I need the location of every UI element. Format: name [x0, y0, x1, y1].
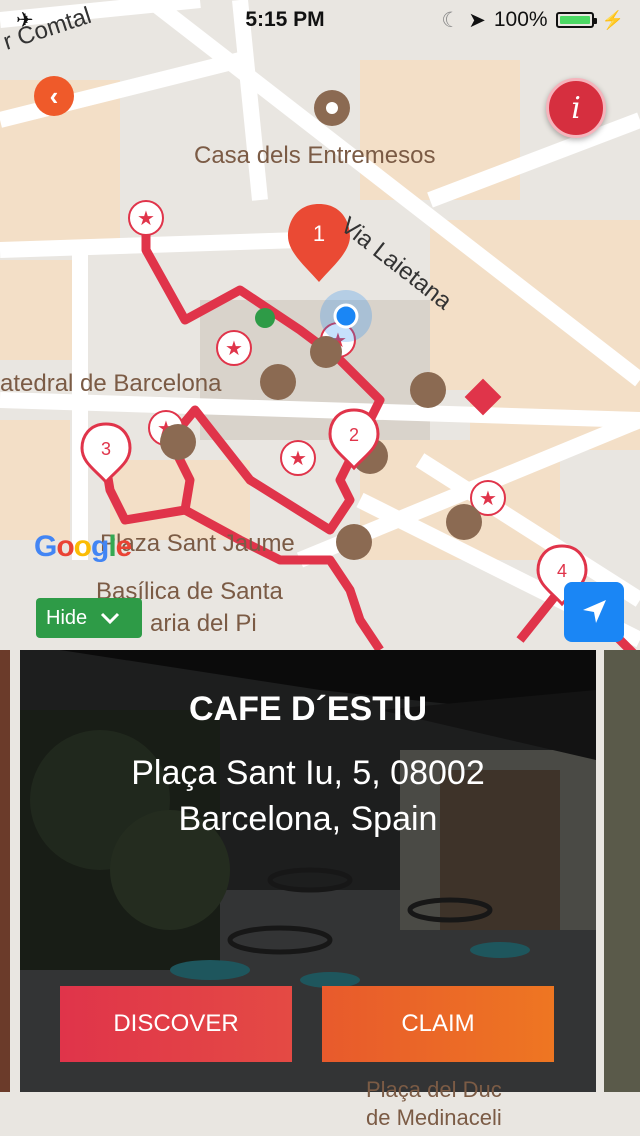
chevron-left-icon: ‹	[49, 80, 59, 111]
location-arrow-icon: ➤	[468, 8, 486, 32]
next-card-edge[interactable]	[604, 650, 640, 1092]
info-icon: i	[571, 90, 581, 126]
svg-text:3: 3	[101, 439, 111, 459]
address-line-1: Plaça Sant Iu, 5, 08002	[131, 754, 485, 792]
chevron-down-icon	[101, 612, 120, 625]
battery-percent: 100%	[493, 8, 548, 31]
hide-button[interactable]: Hide	[36, 598, 142, 638]
hide-label: Hide	[46, 606, 88, 629]
poi-label-basilica-2: aria del Pi	[150, 610, 257, 637]
address-line-2: Barcelona, Spain	[178, 800, 438, 838]
navigation-arrow-icon	[583, 600, 606, 623]
poi-label-catedral: atedral de Barcelona	[0, 370, 222, 397]
back-button[interactable]: ‹	[34, 76, 74, 116]
claim-button[interactable]: CLAIM	[322, 986, 554, 1062]
google-logo: Google	[34, 530, 132, 563]
previous-card-edge[interactable]	[0, 650, 10, 1092]
poi-label-entremesos: Casa dels Entremesos	[194, 142, 436, 169]
svg-text:4: 4	[557, 561, 567, 581]
info-button[interactable]: i	[546, 78, 606, 138]
svg-text:★: ★	[289, 446, 307, 470]
place-address: Plaça Sant Iu, 5, 08002 Barcelona, Spain	[80, 750, 536, 842]
status-bar: ✈ 5:15 PM ☾ ➤ 100% ⚡	[0, 0, 640, 40]
charging-icon: ⚡	[601, 9, 624, 30]
svg-text:1: 1	[313, 221, 325, 246]
place-card[interactable]: CAFE D´ESTIU Plaça Sant Iu, 5, 08002 Bar…	[20, 650, 596, 1092]
poi-label-medinaceli: Plaça del Duc de Medinaceli	[366, 1077, 502, 1130]
svg-text:★: ★	[225, 336, 243, 360]
status-time: 5:15 PM	[245, 8, 325, 31]
svg-text:2: 2	[349, 425, 359, 445]
airplane-mode-icon: ✈	[16, 8, 34, 32]
place-title: CAFE D´ESTIU	[189, 690, 427, 728]
discover-button[interactable]: DISCOVER	[60, 986, 292, 1062]
locate-me-button[interactable]	[564, 582, 624, 642]
svg-text:★: ★	[479, 486, 497, 510]
svg-text:★: ★	[137, 206, 155, 230]
moon-icon: ☾	[441, 8, 461, 32]
battery-icon	[555, 12, 597, 28]
